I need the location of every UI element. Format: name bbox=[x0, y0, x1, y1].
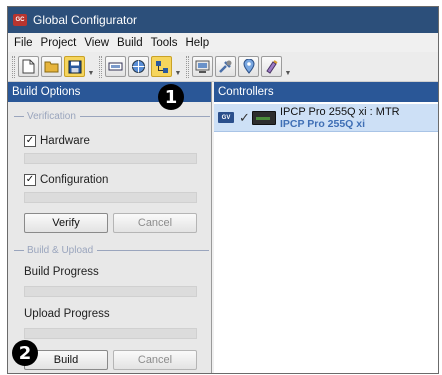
build-icon bbox=[195, 60, 210, 73]
hardware-label: Hardware bbox=[40, 135, 90, 147]
settings-button[interactable] bbox=[261, 56, 282, 77]
controller-model: IPCP Pro 255Q xi bbox=[280, 118, 366, 130]
menu-bar: File Project View Build Tools Help bbox=[8, 33, 438, 52]
upload-progress-bar bbox=[24, 328, 197, 339]
toolbar: ▼ ▼ ▼ bbox=[8, 52, 438, 82]
save-button[interactable] bbox=[64, 56, 85, 77]
open-folder-icon bbox=[44, 61, 59, 73]
menu-file[interactable]: File bbox=[10, 37, 37, 49]
build-upload-group-label: Build & Upload bbox=[14, 245, 210, 256]
window-title: Global Configurator bbox=[33, 13, 138, 27]
app-window: GC Global Configurator File Project View… bbox=[7, 6, 439, 374]
build-tool-button[interactable] bbox=[192, 56, 213, 77]
controller-name: IPCP Pro 255Q xi : MTR bbox=[280, 106, 400, 118]
open-project-button[interactable] bbox=[41, 56, 62, 77]
title-bar: GC Global Configurator bbox=[8, 7, 438, 33]
hardware-checkbox[interactable]: ✓ bbox=[24, 135, 36, 147]
controllers-panel: Controllers GV ✓ IPCP Pro 255Q xi : MTR … bbox=[214, 82, 438, 373]
hardware-progress-bar bbox=[24, 153, 197, 164]
menu-project[interactable]: Project bbox=[37, 37, 81, 49]
menu-help[interactable]: Help bbox=[181, 37, 213, 49]
configuration-checkbox[interactable]: ✓ bbox=[24, 174, 36, 186]
callout-2: 2 bbox=[12, 340, 38, 366]
toolbar-overflow-icon[interactable]: ▼ bbox=[284, 56, 292, 77]
layout-view-button[interactable] bbox=[151, 56, 172, 77]
build-options-panel: Build Options Verification ✓ Hardware ✓ … bbox=[8, 82, 212, 373]
device-view-icon bbox=[108, 62, 123, 71]
toolbar-grip[interactable] bbox=[12, 55, 15, 78]
toolbar-overflow-icon[interactable]: ▼ bbox=[87, 56, 95, 77]
toolbar-overflow-icon[interactable]: ▼ bbox=[174, 56, 182, 77]
app-logo-icon: GC bbox=[13, 14, 27, 26]
build-progress-bar bbox=[24, 286, 197, 297]
toolbar-grip[interactable] bbox=[99, 55, 102, 78]
controller-device-icon bbox=[252, 111, 276, 125]
marker-button[interactable] bbox=[238, 56, 259, 77]
callout-1: 1 bbox=[158, 84, 184, 110]
verification-group-label: Verification bbox=[14, 111, 210, 122]
menu-build[interactable]: Build bbox=[113, 37, 147, 49]
tools-icon bbox=[219, 60, 232, 73]
verify-button[interactable]: Verify bbox=[24, 213, 108, 233]
upload-progress-label: Upload Progress bbox=[24, 308, 110, 320]
settings-icon bbox=[266, 60, 278, 74]
tools-button[interactable] bbox=[215, 56, 236, 77]
network-view-button[interactable] bbox=[128, 56, 149, 77]
configuration-label: Configuration bbox=[40, 174, 109, 186]
controller-checkmark-icon[interactable]: ✓ bbox=[239, 110, 250, 126]
new-file-button[interactable] bbox=[18, 56, 39, 77]
toolbar-grip[interactable] bbox=[186, 55, 189, 78]
network-view-icon bbox=[132, 60, 145, 73]
new-file-icon bbox=[22, 59, 35, 74]
build-progress-label: Build Progress bbox=[24, 266, 99, 278]
gv-badge-icon: GV bbox=[218, 112, 234, 123]
save-icon bbox=[68, 60, 81, 73]
build-cancel-button[interactable]: Cancel bbox=[113, 350, 197, 370]
menu-tools[interactable]: Tools bbox=[147, 37, 182, 49]
controllers-header: Controllers bbox=[214, 82, 438, 102]
layout-view-icon bbox=[155, 60, 168, 73]
device-view-button[interactable] bbox=[105, 56, 126, 77]
configuration-checkbox-row[interactable]: ✓ Configuration bbox=[24, 174, 108, 186]
configuration-progress-bar bbox=[24, 192, 197, 203]
verify-cancel-button[interactable]: Cancel bbox=[113, 213, 197, 233]
controller-row[interactable]: GV ✓ IPCP Pro 255Q xi : MTR IPCP Pro 255… bbox=[214, 104, 438, 132]
hardware-checkbox-row[interactable]: ✓ Hardware bbox=[24, 135, 90, 147]
menu-view[interactable]: View bbox=[80, 37, 113, 49]
marker-icon bbox=[242, 59, 255, 74]
